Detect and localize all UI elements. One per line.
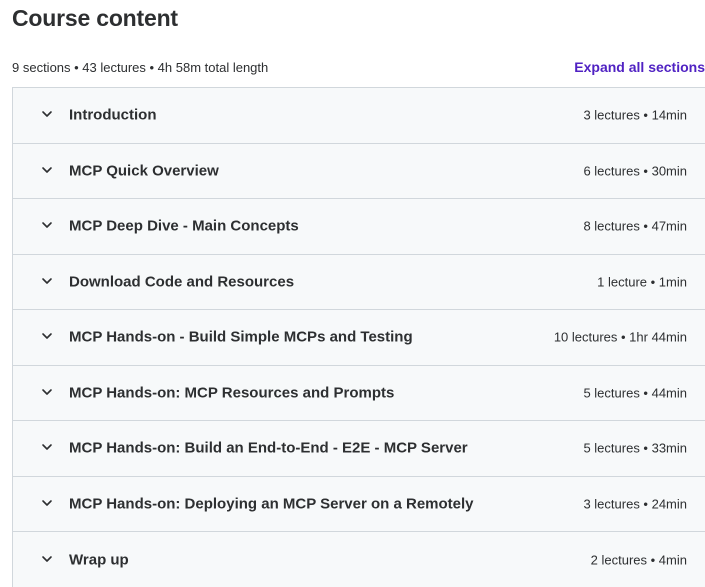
- section-title: MCP Hands-on - Build Simple MCPs and Tes…: [69, 328, 413, 346]
- section-row[interactable]: MCP Quick Overview 6 lectures • 30min: [13, 143, 705, 199]
- section-meta: 5 lectures • 44min: [583, 385, 687, 401]
- expand-all-sections-button[interactable]: Expand all sections: [574, 59, 705, 75]
- section-row[interactable]: Introduction 3 lectures • 14min: [13, 88, 705, 144]
- section-meta: 8 lectures • 47min: [583, 218, 687, 234]
- section-title: MCP Deep Dive - Main Concepts: [69, 217, 299, 235]
- section-row[interactable]: Wrap up 2 lectures • 4min: [13, 532, 705, 587]
- chevron-down-icon: [41, 497, 53, 509]
- section-title: Introduction: [69, 106, 157, 124]
- section-meta: 1 lecture • 1min: [597, 274, 687, 290]
- section-meta: 6 lectures • 30min: [583, 163, 687, 179]
- course-summary: 9 sections • 43 lectures • 4h 58m total …: [12, 60, 269, 75]
- section-title: MCP Hands-on: Deploying an MCP Server on…: [69, 495, 474, 513]
- course-summary-row: 9 sections • 43 lectures • 4h 58m total …: [12, 59, 705, 77]
- section-title: MCP Quick Overview: [69, 162, 219, 180]
- section-title: Download Code and Resources: [69, 273, 295, 291]
- section-row[interactable]: MCP Deep Dive - Main Concepts 8 lectures…: [13, 199, 705, 255]
- chevron-down-icon: [41, 553, 53, 565]
- chevron-down-icon: [41, 108, 53, 120]
- section-row[interactable]: MCP Hands-on - Build Simple MCPs and Tes…: [13, 310, 705, 366]
- section-row[interactable]: MCP Hands-on: Deploying an MCP Server on…: [13, 476, 705, 532]
- course-content-panel: Course content 9 sections • 43 lectures …: [0, 0, 705, 587]
- section-title: MCP Hands-on: MCP Resources and Prompts: [69, 384, 395, 402]
- section-meta: 5 lectures • 33min: [583, 440, 687, 456]
- chevron-down-icon: [41, 441, 53, 453]
- chevron-down-icon: [41, 330, 53, 342]
- section-meta: 10 lectures • 1hr 44min: [553, 329, 687, 345]
- section-meta: 3 lectures • 14min: [583, 107, 687, 123]
- chevron-down-icon: [41, 275, 53, 287]
- section-list: Introduction 3 lectures • 14min MCP Quic…: [12, 87, 705, 587]
- chevron-down-icon: [41, 164, 53, 176]
- section-row[interactable]: MCP Hands-on: MCP Resources and Prompts …: [13, 365, 705, 421]
- section-title: MCP Hands-on: Build an End-to-End - E2E …: [69, 439, 468, 457]
- section-row[interactable]: Download Code and Resources 1 lecture • …: [13, 254, 705, 310]
- section-meta: 2 lectures • 4min: [590, 552, 687, 568]
- section-meta: 3 lectures • 24min: [583, 496, 687, 512]
- section-row[interactable]: MCP Hands-on: Build an End-to-End - E2E …: [13, 421, 705, 477]
- chevron-down-icon: [41, 219, 53, 231]
- page-title: Course content: [12, 5, 178, 31]
- chevron-down-icon: [41, 386, 53, 398]
- section-title: Wrap up: [69, 551, 129, 569]
